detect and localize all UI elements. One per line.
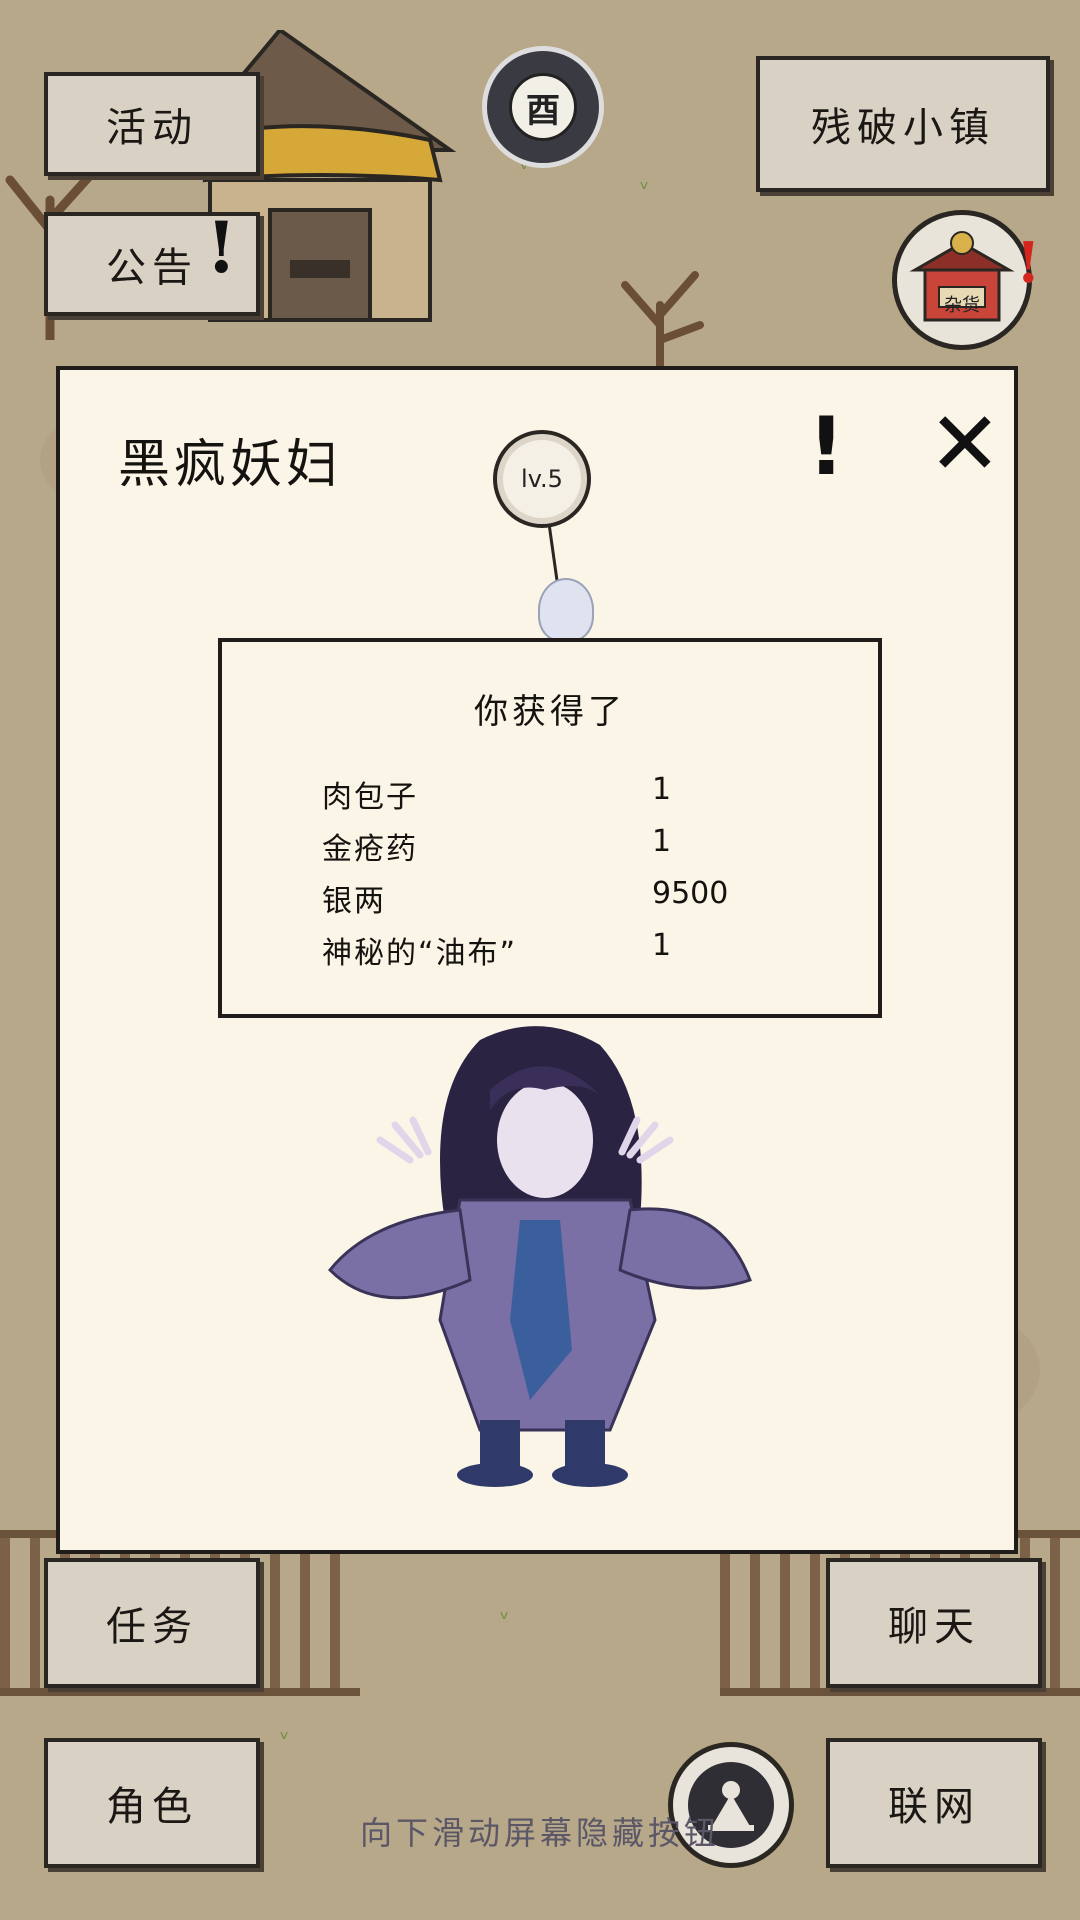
- reward-name: 金疮药: [322, 832, 418, 867]
- enemy-name: 黑疯妖妇: [118, 435, 343, 495]
- reward-title: 你获得了: [474, 692, 626, 732]
- notice-alert-icon: !: [206, 206, 237, 289]
- location-button[interactable]: 残破小镇: [756, 56, 1050, 192]
- enemy-character-portrait: [327, 1026, 752, 1487]
- location-label: 残破小镇: [811, 105, 995, 151]
- reward-qty: 9500: [652, 876, 729, 911]
- reward-row: 金疮药 1: [322, 824, 822, 874]
- time-char: 酉: [509, 73, 577, 141]
- grass-decoration: ᵥ: [500, 1600, 510, 1625]
- reward-qty: 1: [652, 772, 672, 807]
- store-building-icon: [909, 231, 1015, 322]
- spirit-icon: [538, 578, 594, 642]
- general-store-icon[interactable]: 杂货: [892, 210, 1032, 350]
- reward-qty: 1: [652, 824, 672, 859]
- store-alert-icon: !: [1016, 230, 1041, 296]
- reward-panel: 你获得了 肉包子 1 金疮药 1 银两 9500 神秘的“油布” 1: [218, 638, 882, 1018]
- level-badge: lv.5: [493, 430, 591, 528]
- task-button[interactable]: 任务: [44, 1558, 260, 1688]
- reward-row: 肉包子 1: [322, 772, 822, 822]
- chat-label: 聊天: [888, 1604, 980, 1650]
- reward-name: 肉包子: [322, 780, 418, 815]
- activity-label: 活动: [106, 105, 198, 151]
- reward-name: 银两: [322, 884, 386, 919]
- activity-button[interactable]: 活动: [44, 72, 260, 176]
- hide-buttons-hint: 向下滑动屏幕隐藏按钮: [359, 1814, 720, 1852]
- level-text: lv.5: [521, 465, 563, 493]
- info-alert-icon[interactable]: !: [808, 400, 844, 493]
- close-icon[interactable]: ✕: [928, 400, 1002, 488]
- enemy-dialog: 黑疯妖妇 lv.5 ! ✕ 你获得了 肉包子 1 金疮药 1 银两 9500 神…: [56, 366, 1018, 1554]
- time-clock-icon[interactable]: 酉: [482, 46, 604, 168]
- reward-qty: 1: [652, 928, 672, 963]
- chat-button[interactable]: 聊天: [826, 1558, 1042, 1688]
- reward-row: 银两 9500: [322, 876, 822, 926]
- notice-label: 公告: [106, 245, 198, 291]
- grass-decoration: ᵥ: [280, 1720, 290, 1745]
- tree-illustration: [621, 271, 704, 375]
- store-label: 杂货: [944, 295, 980, 316]
- reward-name: 神秘的“油布”: [322, 936, 518, 971]
- grass-decoration: ᵥ: [640, 170, 650, 195]
- task-label: 任务: [106, 1604, 198, 1650]
- reward-row: 神秘的“油布” 1: [322, 928, 822, 978]
